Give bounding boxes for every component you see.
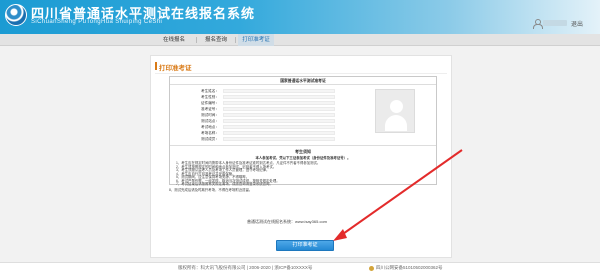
heading-accent — [155, 62, 157, 70]
field-value-redacted — [223, 119, 335, 123]
avatar-body-icon — [385, 115, 407, 131]
top-nav: 在线报名 报名查询 打印准考证 — [0, 34, 600, 46]
nav-item-registration-query[interactable]: 报名查询 — [201, 34, 231, 46]
field-value-redacted — [223, 101, 335, 105]
page: 四川省普通话水平测试在线报名系统 SiChuanSheng PuTongHua … — [0, 0, 600, 273]
field-value-redacted — [223, 89, 335, 93]
field-label: 测试成员： — [201, 137, 219, 141]
photo-placeholder — [375, 89, 415, 133]
website-line: 普通话测试在线报名系统：www.isay365.com — [247, 219, 328, 224]
field-value-redacted — [223, 137, 335, 141]
field-value-redacted — [223, 125, 335, 129]
ticket-title: 国家普通话水平测试准考证 — [170, 77, 436, 85]
print-ticket-button[interactable]: 打印准考证 — [276, 240, 334, 251]
footer-copyright: 版权所有：科大讯飞股份有限公司 | 2006-2020 | 浙ICP备10XXX… — [178, 265, 313, 270]
avatar-head-icon — [390, 100, 403, 113]
logout-link[interactable]: 退出 — [571, 19, 583, 28]
nav-item-print-ticket[interactable]: 打印准考证 — [238, 34, 274, 46]
ticket-field: 测试成员： — [195, 136, 341, 142]
admission-ticket: 国家普通话水平测试准考证 考生姓名： 考生性别： 证件编号： 准考证号： 测试时… — [169, 76, 437, 186]
notice-line: 7、考试结束后请按照有关规定离场，成绩查询请登录系统查询。 — [176, 182, 273, 186]
nav-item-online-registration[interactable]: 在线报名 — [159, 34, 189, 46]
divider — [155, 73, 447, 74]
nav-divider — [196, 37, 197, 43]
user-name-redacted — [543, 20, 567, 26]
footer: 版权所有：科大讯飞股份有限公司 | 2006-2020 | 浙ICP备10XXX… — [0, 262, 600, 273]
nav-divider — [235, 37, 236, 43]
page-subtitle: SiChuanSheng PuTongHua Shuiping CeShi — [31, 19, 163, 25]
notice-line: 8、测试完成后请及时离开考场，不得在考场附近逗留。 — [169, 188, 253, 192]
field-value-redacted — [223, 107, 335, 111]
panel-heading: 打印准考证 — [159, 65, 192, 72]
footer-record: 四川公网安备51010502000362号 — [376, 265, 443, 270]
user-icon — [533, 19, 543, 29]
header-banner: 四川省普通话水平测试在线报名系统 SiChuanSheng PuTongHua … — [0, 0, 600, 34]
police-badge-icon — [369, 266, 374, 271]
field-value-redacted — [223, 95, 335, 99]
field-value-redacted — [223, 131, 335, 135]
logo — [5, 4, 27, 26]
divider — [170, 145, 436, 146]
content-panel: 打印准考证 国家普通话水平测试准考证 考生姓名： 考生性别： 证件编号： 准考证… — [150, 55, 452, 258]
field-value-redacted — [223, 113, 335, 117]
